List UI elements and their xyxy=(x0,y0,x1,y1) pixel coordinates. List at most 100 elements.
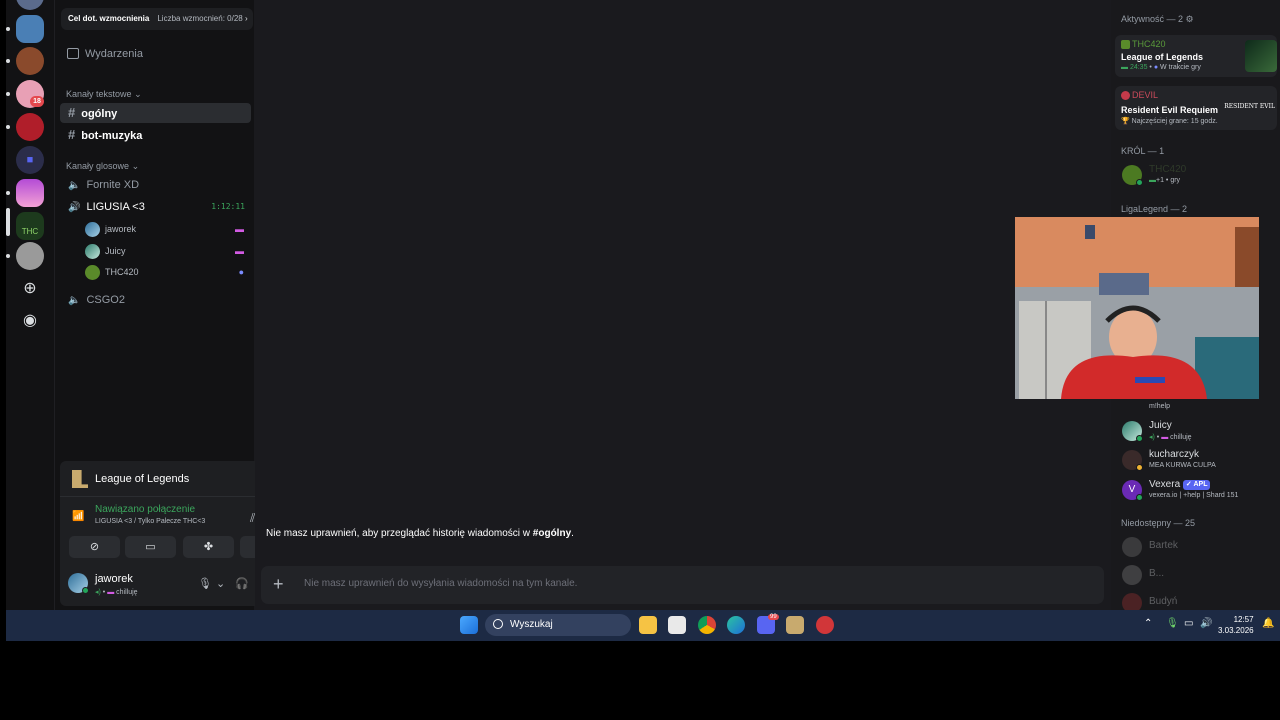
taskbar-search[interactable]: Wyszukaj xyxy=(485,614,631,636)
member-status-text: chilluję xyxy=(1170,434,1192,441)
riot-client-icon[interactable] xyxy=(816,616,834,634)
voice-channel-fornite[interactable]: 🔈 Fornite XD xyxy=(60,175,251,195)
voice-user[interactable]: Juicy ▬ xyxy=(83,241,248,261)
member-item[interactable]: Juicy ◂) • ▬ chilluję xyxy=(1115,416,1277,444)
calendar-icon xyxy=(67,48,79,59)
boost-count: Liczba wzmocnień: 0/28 xyxy=(157,14,243,23)
no-permission-message: Nie masz uprawnień, aby przeglądać histo… xyxy=(266,528,574,539)
activity-card[interactable]: DEVIL Resident Evil Requiem 🏆 Najczęście… xyxy=(1115,86,1277,130)
chrome-icon[interactable] xyxy=(698,616,716,634)
server-icon-uk[interactable] xyxy=(16,15,44,43)
server-icon-thc[interactable]: THC xyxy=(16,212,44,240)
hash-icon: # xyxy=(68,105,76,120)
server-icon-portrait[interactable] xyxy=(16,47,44,75)
activity-user: DEVIL xyxy=(1132,90,1159,100)
channel-ogolny[interactable]: # ogólny xyxy=(60,103,251,123)
microphone-icon[interactable]: 🎙 xyxy=(198,577,212,590)
taskbar-clock[interactable]: 12:57 3.03.2026 xyxy=(1218,614,1254,636)
avatar xyxy=(85,222,100,237)
avatar xyxy=(85,244,100,259)
voice-channel-csgo2[interactable]: 🔈 CSGO2 xyxy=(60,290,251,310)
voice-user[interactable]: jaworek ▬ xyxy=(83,219,248,239)
text-category[interactable]: Kanały tekstowe ⌄ xyxy=(66,89,142,100)
camera-off-button[interactable]: ⊘ xyxy=(69,536,120,558)
member-item[interactable]: Budyń xyxy=(1115,588,1277,610)
controller-icon: ▬ xyxy=(235,246,244,256)
events-item[interactable]: Wydarzenia xyxy=(67,48,143,60)
activity-card[interactable]: THC420 League of Legends ▬ 24:35 • ● W t… xyxy=(1115,35,1277,77)
activity-header-label: Aktywność — 2 xyxy=(1121,14,1184,24)
webcam-overlay xyxy=(1015,217,1259,399)
server-icon-devil[interactable] xyxy=(16,113,44,141)
microphone-icon[interactable]: 🎙 xyxy=(1166,618,1179,629)
avatar xyxy=(1121,91,1130,100)
gear-icon[interactable]: ⚙ xyxy=(1186,14,1194,24)
discord-badge: 99 xyxy=(768,614,779,620)
league-logo-icon xyxy=(72,470,88,488)
member-name: Budyń xyxy=(1149,596,1178,607)
game-thumbnail xyxy=(1245,40,1277,72)
activities-button[interactable]: ✤ xyxy=(183,536,234,558)
folder-icon[interactable]: ■ xyxy=(16,146,44,174)
channel-label: LIGUSIA <3 xyxy=(86,201,145,213)
avatar xyxy=(1122,565,1142,585)
connection-status[interactable]: Nawiązano połączenie xyxy=(95,504,195,515)
edge-icon[interactable] xyxy=(727,616,745,634)
channel-bot-muzyka[interactable]: # bot-muzyka xyxy=(60,125,251,145)
chevron-down-icon[interactable]: ⌄ xyxy=(216,577,225,590)
member-item[interactable]: kucharczyk MEA KURWA CULPA xyxy=(1115,445,1277,473)
server-icon-sunset[interactable] xyxy=(16,179,44,207)
member-name: Vexera ✓ APL xyxy=(1149,479,1211,490)
server-icon-animal[interactable] xyxy=(16,242,44,270)
voice-user-name: Juicy xyxy=(105,246,126,256)
server-selected-pill xyxy=(6,208,10,236)
network-icon[interactable]: ▭ xyxy=(1184,618,1193,629)
voice-user-name: jaworek xyxy=(105,224,137,234)
channel-label: Fornite XD xyxy=(86,179,140,191)
file-explorer-icon[interactable] xyxy=(639,616,657,634)
voice-user-name: THC420 xyxy=(105,267,139,277)
events-label: Wydarzenia xyxy=(85,48,143,60)
game-title: League of Legends xyxy=(95,473,190,485)
hash-icon: # xyxy=(68,127,76,142)
connection-channel: LIGUSIA <3 / Tylko Palecze THC<3 xyxy=(95,518,206,525)
message-composer[interactable]: + Nie masz uprawnień do wysyłania wiadom… xyxy=(261,566,1104,604)
username[interactable]: jaworek xyxy=(95,573,133,585)
voice-category-label: Kanały glosowe xyxy=(66,161,130,171)
windows-start-icon[interactable] xyxy=(460,616,478,634)
volume-icon[interactable]: 🔊 xyxy=(1200,618,1212,629)
status-dot xyxy=(1136,464,1143,471)
boost-goal-bar[interactable]: Cel dot. wzmocnienia Liczba wzmocnień: 0/… xyxy=(61,8,253,30)
member-status: ◂) • ▬ chilluję xyxy=(1149,434,1192,441)
headphones-icon[interactable]: 🎧 xyxy=(235,577,249,590)
app-badge: ✓ APL xyxy=(1182,480,1211,490)
message-text: Nie masz uprawnień, aby przeglądać histo… xyxy=(266,528,533,539)
windows-taskbar: Wyszukaj 99 ⌃ 🎙 ▭ 🔊 12:57 3.03.2026 🔔 xyxy=(6,610,1280,641)
channel-sidebar: Cel dot. wzmocnienia Liczba wzmocnień: 0/… xyxy=(54,0,299,610)
activity-game: Resident Evil Requiem xyxy=(1121,105,1219,115)
activity-detail: 🏆 Najczęściej grane: 15 godz. xyxy=(1121,117,1218,125)
liga-header: LigaLegend — 2 xyxy=(1121,204,1188,214)
status-dot xyxy=(1136,494,1143,501)
member-item[interactable]: Bartek xyxy=(1115,532,1277,560)
member-item[interactable]: V Vexera ✓ APL vexera.io | +help | Shard… xyxy=(1115,475,1277,503)
server-unread-pip xyxy=(6,191,10,195)
screen-share-button[interactable]: ▭ xyxy=(125,536,176,558)
add-server-icon[interactable]: ⊕ xyxy=(18,278,42,302)
boost-goal-label: Cel dot. wzmocnienia xyxy=(68,14,150,23)
voice-channel-ligusia[interactable]: 🔊 LIGUSIA <3 1:12:11 xyxy=(60,197,251,217)
discover-icon[interactable]: ◉ xyxy=(18,310,42,334)
attach-plus-icon[interactable]: + xyxy=(273,574,284,595)
channel-mention[interactable]: #ogólny xyxy=(533,528,571,539)
member-name: Juicy xyxy=(1149,420,1172,431)
voice-user[interactable]: THC420 ● xyxy=(83,262,248,282)
member-item[interactable]: B... xyxy=(1115,560,1277,588)
voice-category[interactable]: Kanały glosowe ⌄ xyxy=(66,161,139,172)
league-client-icon[interactable] xyxy=(786,616,804,634)
server-icon-top[interactable] xyxy=(16,0,44,10)
chevron-up-icon[interactable]: ⌃ xyxy=(1144,618,1152,629)
notification-icon[interactable]: 🔔 xyxy=(1262,618,1274,629)
store-icon[interactable] xyxy=(668,616,686,634)
chevron-down-icon: ⌄ xyxy=(134,89,142,99)
member-item[interactable]: THC420 ▬+1 • gry xyxy=(1115,160,1277,188)
